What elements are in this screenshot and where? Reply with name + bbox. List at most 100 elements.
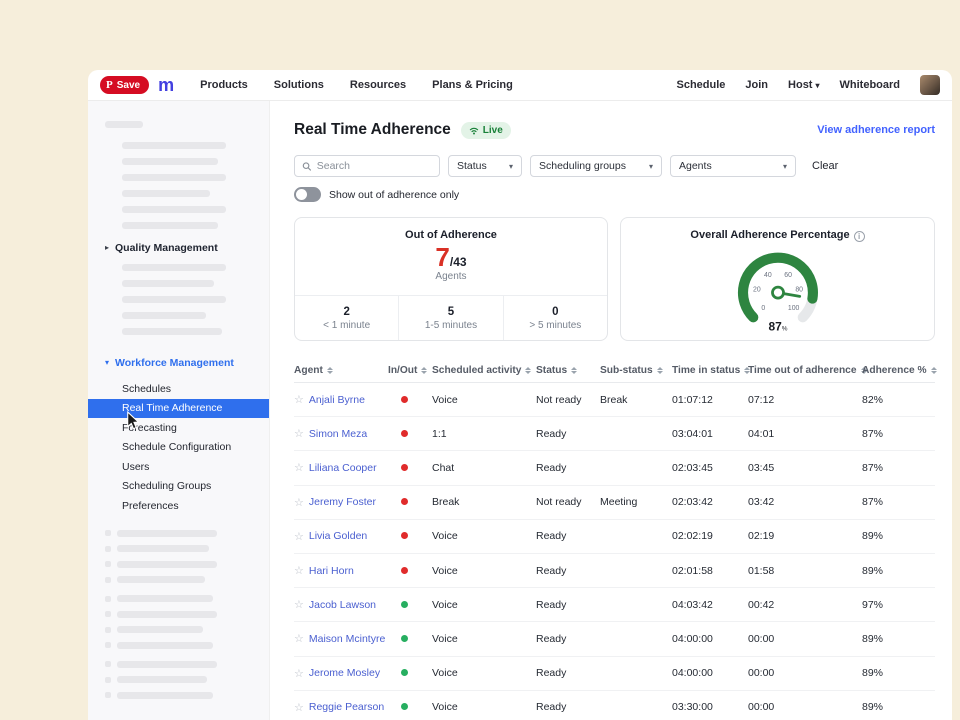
skeleton-line <box>117 626 203 633</box>
agent-link[interactable]: Jacob Lawson <box>309 599 376 611</box>
view-adherence-report-link[interactable]: View adherence report <box>817 124 935 136</box>
column-header-time-out-of-adherence[interactable]: Time out of adherence <box>748 365 862 376</box>
agent-link[interactable]: Maison Mcintyre <box>309 633 385 645</box>
pinterest-save-button[interactable]: P Save <box>100 76 149 94</box>
status-select[interactable]: Status ▾ <box>448 155 522 177</box>
toggle-knob <box>296 189 307 200</box>
cell-adherence: 89% <box>862 565 935 577</box>
skeleton-line <box>122 280 214 287</box>
gauge-value: 87% <box>768 319 787 333</box>
nav-item-plans-pricing[interactable]: Plans & Pricing <box>432 79 513 91</box>
star-icon[interactable]: ☆ <box>294 530 304 543</box>
cell-activity: Voice <box>432 701 536 713</box>
column-header-agent[interactable]: Agent <box>294 365 388 376</box>
nav-item-whiteboard[interactable]: Whiteboard <box>840 79 901 91</box>
star-icon[interactable]: ☆ <box>294 496 304 509</box>
nav-item-join[interactable]: Join <box>745 79 768 91</box>
toggle-label: Show out of adherence only <box>329 189 459 201</box>
sidebar-item-schedules[interactable]: Schedules <box>88 379 269 399</box>
column-header-adherence[interactable]: Adherence % <box>862 365 935 376</box>
title-row: Real Time Adherence Live View adherence … <box>294 121 935 139</box>
wifi-icon <box>469 126 479 135</box>
skeleton-line <box>117 530 217 537</box>
app-body: ▸ Quality Management ▾ Workforce Managem… <box>88 101 952 720</box>
column-header-time-in-status[interactable]: Time in status <box>672 365 748 376</box>
info-icon[interactable]: i <box>854 231 865 242</box>
sidebar-item-forecasting[interactable]: Forecasting <box>88 418 269 438</box>
star-icon[interactable]: ☆ <box>294 393 304 406</box>
column-header-scheduled-activity[interactable]: Scheduled activity <box>432 365 536 376</box>
gauge-tick-40: 40 <box>764 272 772 279</box>
search-icon <box>302 161 312 172</box>
star-icon[interactable]: ☆ <box>294 427 304 440</box>
search-input-wrapper <box>294 155 440 177</box>
nav-item-resources[interactable]: Resources <box>350 79 406 91</box>
agent-link[interactable]: Simon Meza <box>309 428 367 440</box>
nav-item-host[interactable]: Host ▾ <box>788 79 819 91</box>
sidebar-item-real-time-adherence[interactable]: Real Time Adherence <box>88 399 269 419</box>
agent-link[interactable]: Liliana Cooper <box>309 462 377 474</box>
cell-adherence: 89% <box>862 701 935 713</box>
sidebar-section-quality-management[interactable]: ▸ Quality Management <box>88 238 269 258</box>
agent-link[interactable]: Anjali Byrne <box>309 394 365 406</box>
cell-sub-status: Break <box>600 394 672 406</box>
cell-time-out: 00:00 <box>748 667 862 679</box>
sidebar-section-workforce-management[interactable]: ▾ Workforce Management <box>88 353 269 373</box>
sort-icon <box>571 367 577 374</box>
agent-link[interactable]: Livia Golden <box>309 530 367 542</box>
gauge-tick-0: 0 <box>761 305 765 312</box>
cell-activity: Voice <box>432 599 536 611</box>
column-header-inout[interactable]: In/Out <box>388 365 432 376</box>
cell-time-out: 00:42 <box>748 599 862 611</box>
star-icon[interactable]: ☆ <box>294 701 304 714</box>
table-row: ☆Reggie Pearson Voice Ready 03:30:00 00:… <box>294 691 935 720</box>
scheduling-groups-select[interactable]: Scheduling groups ▾ <box>530 155 662 177</box>
table-row: ☆Jacob Lawson Voice Ready 04:03:42 00:42… <box>294 588 935 622</box>
sidebar-item-preferences[interactable]: Preferences <box>88 496 269 516</box>
cell-status: Ready <box>536 462 600 474</box>
skeleton-line <box>122 264 226 271</box>
skeleton-bullet <box>105 611 111 617</box>
cell-activity: 1:1 <box>432 428 536 440</box>
app-logo[interactable]: m <box>158 76 174 94</box>
cell-adherence: 87% <box>862 428 935 440</box>
nav-item-products[interactable]: Products <box>200 79 248 91</box>
sidebar-item-scheduling-groups[interactable]: Scheduling Groups <box>88 477 269 497</box>
column-header-status[interactable]: Status <box>536 365 600 376</box>
skeleton-row <box>105 545 269 552</box>
inout-dot <box>401 430 408 437</box>
nav-item-schedule[interactable]: Schedule <box>677 79 726 91</box>
skeleton-row <box>105 611 269 618</box>
sidebar-item-users[interactable]: Users <box>88 457 269 477</box>
clear-filters-link[interactable]: Clear <box>812 160 838 172</box>
agent-link[interactable]: Hari Horn <box>309 565 354 577</box>
agents-select[interactable]: Agents ▾ <box>670 155 796 177</box>
skeleton-line <box>117 692 213 699</box>
scheduling-groups-select-label: Scheduling groups <box>539 160 626 172</box>
column-header-sub-status[interactable]: Sub-status <box>600 365 672 376</box>
cell-time-in-status: 04:00:00 <box>672 667 748 679</box>
cell-time-out: 02:19 <box>748 530 862 542</box>
avatar[interactable] <box>920 75 940 95</box>
sort-icon <box>931 367 937 374</box>
star-icon[interactable]: ☆ <box>294 564 304 577</box>
sort-icon <box>525 367 531 374</box>
out-of-adherence-toggle[interactable] <box>294 187 321 202</box>
summary-cards: Out of Adherence 7/43 Agents 2 < 1 minut… <box>294 217 935 341</box>
star-icon[interactable]: ☆ <box>294 461 304 474</box>
star-icon[interactable]: ☆ <box>294 632 304 645</box>
search-input[interactable] <box>317 160 432 172</box>
cell-activity: Break <box>432 496 536 508</box>
card-title: Out of Adherence <box>295 229 607 241</box>
star-icon[interactable]: ☆ <box>294 667 304 680</box>
star-icon[interactable]: ☆ <box>294 598 304 611</box>
skeleton-bullet <box>105 577 111 583</box>
sidebar-item-schedule-configuration[interactable]: Schedule Configuration <box>88 438 269 458</box>
cell-adherence: 89% <box>862 633 935 645</box>
agent-link[interactable]: Reggie Pearson <box>309 701 384 713</box>
agent-link[interactable]: Jeremy Foster <box>309 496 376 508</box>
nav-item-solutions[interactable]: Solutions <box>274 79 324 91</box>
top-nav: P Save m Products Solutions Resources Pl… <box>88 70 952 101</box>
agent-link[interactable]: Jerome Mosley <box>309 667 380 679</box>
gauge-tick-80: 80 <box>795 287 803 294</box>
